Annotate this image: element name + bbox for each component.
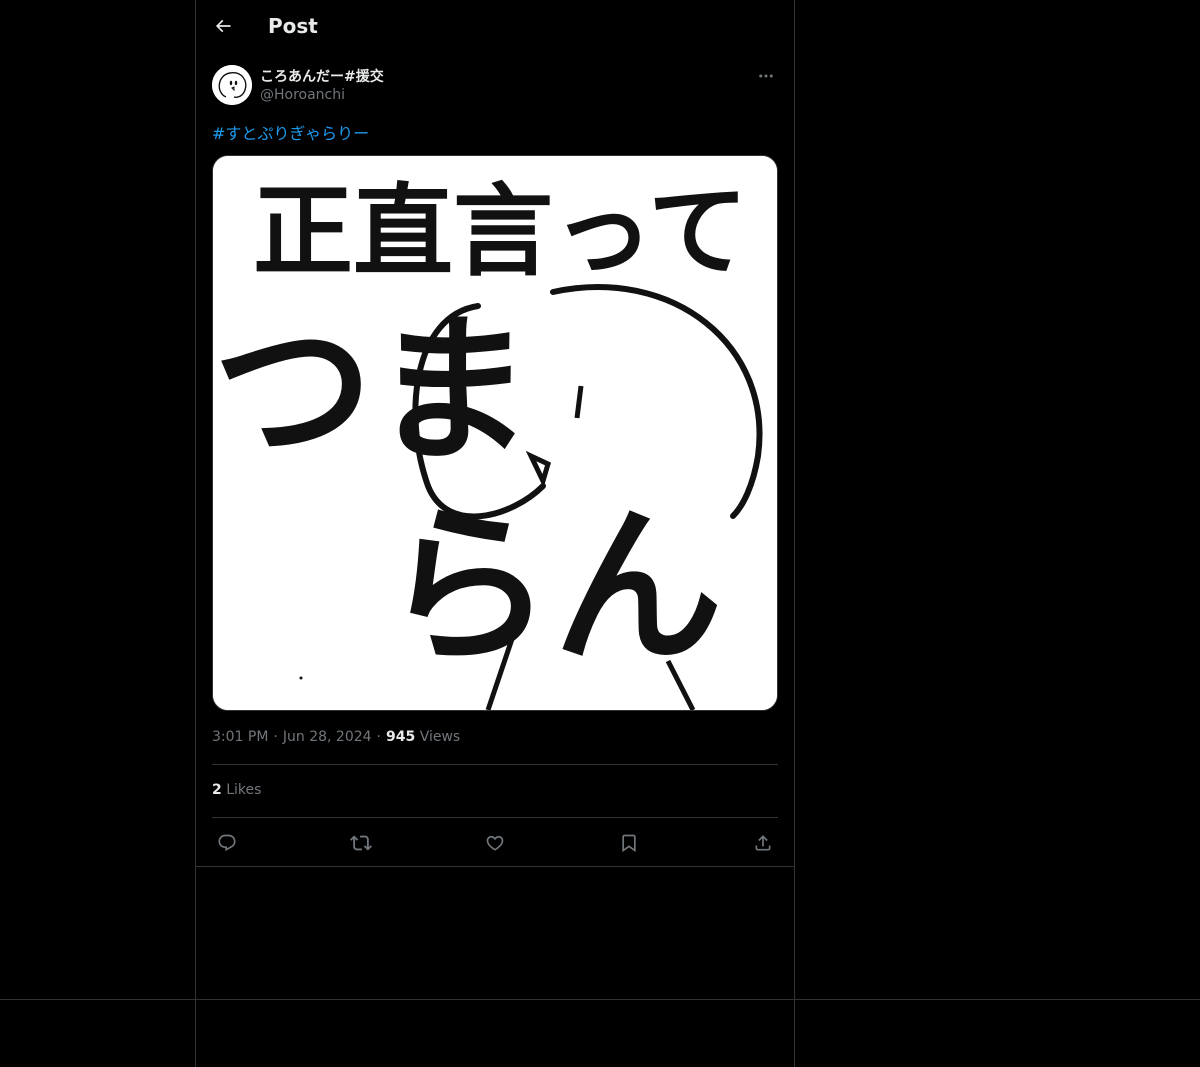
divider [212,817,778,818]
meta-separator: · [376,729,381,745]
more-horizontal-icon [759,74,773,78]
views-label: Views [419,729,461,745]
post-column: Post ころあんだー#援交 @Horoanchi #すとぷりぎゃらりー 正直言… [196,0,794,867]
post-hashtag-link[interactable]: #すとぷりぎゃらりー [212,120,369,144]
arrow-left-icon [215,19,231,33]
more-options-button[interactable] [754,64,778,88]
avatar[interactable] [212,65,252,105]
column-border-right [794,0,795,1067]
post-author: ころあんだー#援交 @Horoanchi [212,64,778,108]
post-date[interactable]: Jun 28, 2024 [283,729,372,745]
bookmark-button[interactable] [614,828,644,858]
retweet-button[interactable] [346,828,376,858]
share-icon [755,835,771,851]
reply-icon [218,834,236,852]
likes-count: 2 [212,782,222,798]
image-text-line2a: つま [213,297,533,484]
views-count: 945 [386,729,416,745]
image-text-line2b: らん [383,489,723,687]
post-image[interactable]: 正直言って つま らん [212,155,778,711]
reply-button[interactable] [212,828,242,858]
like-button[interactable] [480,828,510,858]
post-time[interactable]: 3:01 PM [212,729,268,745]
bottom-divider [0,999,1200,1000]
author-display-name[interactable]: ころあんだー#援交 [260,66,384,86]
post-actions [212,826,778,858]
author-handle[interactable]: @Horoanchi [260,87,345,103]
retweet-icon [350,835,372,851]
post-header: Post [196,0,794,54]
image-text-line1: 正直言って [253,173,748,290]
bookmark-icon [622,834,636,853]
page-title: Post [268,14,318,38]
back-button[interactable] [208,11,238,41]
divider [212,764,778,765]
like-icon [486,835,504,851]
likes-label: Likes [226,782,262,798]
share-button[interactable] [748,828,778,858]
meta-separator: · [273,729,278,745]
page: Post ころあんだー#援交 @Horoanchi #すとぷりぎゃらりー 正直言… [0,0,1200,1067]
likes-summary[interactable]: 2 Likes [212,782,261,798]
post-meta: 3:01 PM · Jun 28, 2024 · 945 Views [212,729,460,745]
